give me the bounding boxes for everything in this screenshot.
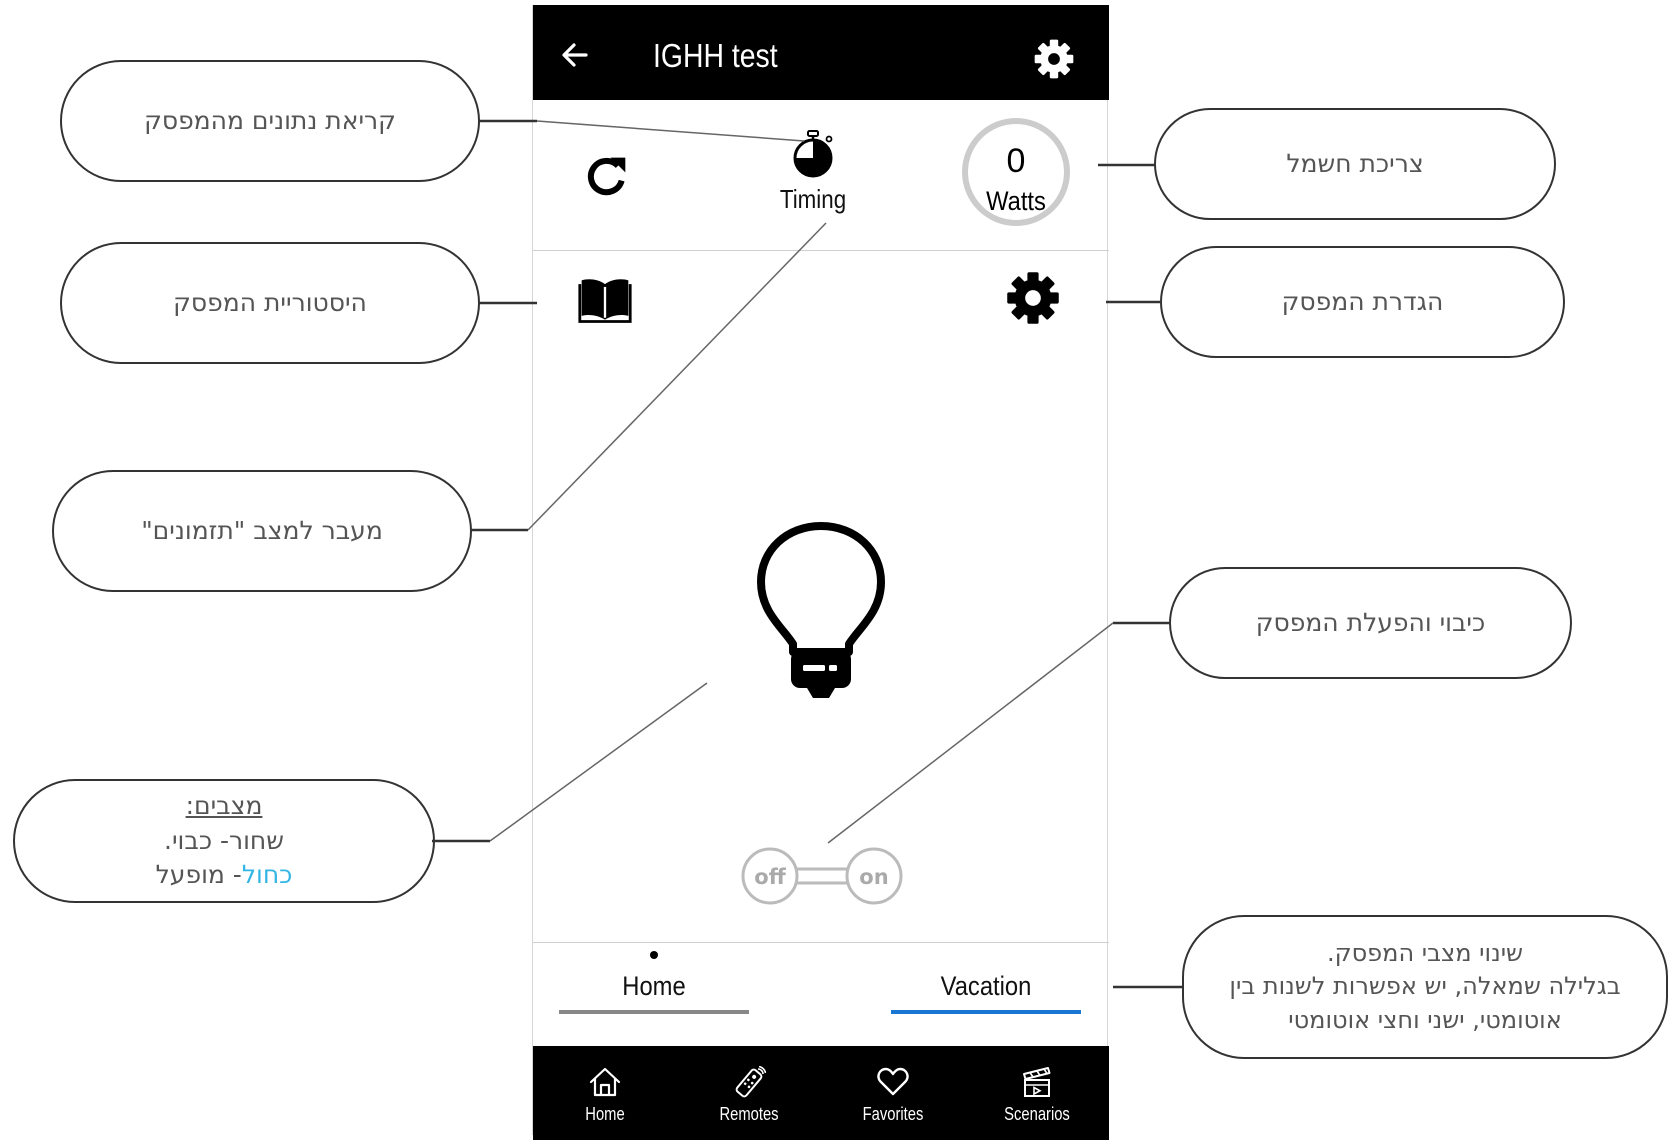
nav-favorites-label: Favorites bbox=[862, 1104, 924, 1124]
callout-modes-line1: שינוי מצבי המפסק. bbox=[1326, 939, 1524, 968]
nav-scenarios[interactable]: Scenarios bbox=[965, 1046, 1109, 1140]
nav-home-label: Home bbox=[585, 1104, 625, 1124]
status-row: Timing 0 Watts bbox=[533, 100, 1109, 251]
callout-power-text: צריכת חשמל bbox=[1286, 148, 1424, 178]
callout-history: היסטוריית המפסק bbox=[60, 242, 480, 364]
stopwatch-icon bbox=[793, 130, 833, 178]
home-icon bbox=[589, 1067, 621, 1097]
phone-screen: IGHH test Timing 0 Watts off on Home Vac… bbox=[532, 5, 1109, 1140]
timing-label: Timing bbox=[779, 184, 847, 214]
callout-modes-line2: בגלילה שמאלה, יש אפשרות לשנות בין bbox=[1229, 972, 1621, 1001]
nav-scenarios-label: Scenarios bbox=[1004, 1104, 1070, 1124]
callout-power: צריכת חשמל bbox=[1154, 108, 1556, 220]
page-title: IGHH test bbox=[653, 37, 778, 74]
callout-states-blue-word: כחול bbox=[241, 860, 293, 890]
mode-tab-label: Vacation bbox=[940, 971, 1032, 1001]
mode-tab-vacation[interactable]: Vacation bbox=[891, 971, 1081, 1014]
callout-states-black: שחור- כבוי. bbox=[164, 825, 284, 855]
nav-favorites[interactable]: Favorites bbox=[821, 1046, 965, 1140]
nav-remotes-label: Remotes bbox=[719, 1104, 779, 1124]
back-arrow-icon[interactable] bbox=[555, 35, 595, 75]
refresh-icon[interactable] bbox=[583, 153, 629, 199]
nav-remotes[interactable]: Remotes bbox=[677, 1046, 821, 1140]
toggle-off-label: off bbox=[754, 865, 786, 889]
callout-modes: שינוי מצבי המפסק. בגלילה שמאלה, יש אפשרו… bbox=[1182, 915, 1668, 1059]
gear-icon[interactable] bbox=[1033, 38, 1075, 80]
mode-tab-underline-active bbox=[891, 1010, 1081, 1014]
callout-settings: הגדרת המפסק bbox=[1160, 246, 1565, 358]
remote-icon bbox=[735, 1066, 766, 1098]
bottom-navigation: Home Remotes Favorites Scenarios bbox=[533, 1046, 1109, 1140]
callout-states-blue-line: כחול- מופעל bbox=[156, 858, 293, 893]
callout-states: מצבים: שחור- כבוי. כחול- מופעל bbox=[13, 779, 435, 903]
callout-read-data: קריאת נתונים מהמפסק bbox=[60, 60, 480, 182]
app-top-bar: IGHH test bbox=[533, 5, 1109, 100]
callout-states-title: מצבים: bbox=[185, 791, 263, 821]
callout-modes-line3: אוטומטי, ישני וחצי אוטומטי bbox=[1288, 1005, 1562, 1034]
mode-tab-home[interactable]: Home bbox=[559, 971, 749, 1014]
clapperboard-icon bbox=[1023, 1067, 1051, 1097]
heart-icon bbox=[877, 1067, 909, 1096]
nav-home[interactable]: Home bbox=[533, 1046, 677, 1140]
toggle-on-label: on bbox=[859, 865, 888, 889]
switch-settings-gear-icon[interactable] bbox=[1005, 270, 1061, 326]
page-indicator-dot bbox=[650, 951, 658, 959]
power-consumption-gauge: 0 Watts bbox=[962, 118, 1070, 226]
callout-settings-text: הגדרת המפסק bbox=[1281, 286, 1444, 316]
callout-states-blue-rest: - מופעל bbox=[155, 860, 242, 890]
callout-read-data-text: קריאת נתונים מהמפסק bbox=[144, 105, 396, 135]
callout-toggle-text: כיבוי והפעלת המפסק bbox=[1255, 607, 1486, 637]
mode-tab-underline bbox=[559, 1010, 749, 1014]
on-off-toggle[interactable]: off on bbox=[739, 845, 905, 907]
callout-timing-mode: מעבר למצב "תזמונים" bbox=[52, 470, 472, 592]
callout-history-text: היסטוריית המפסק bbox=[173, 287, 367, 317]
callout-timing-mode-text: מעבר למצב "תזמונים" bbox=[141, 515, 383, 545]
mode-selector: Home Vacation bbox=[533, 942, 1109, 1047]
mode-tab-label: Home bbox=[622, 971, 686, 1001]
power-value: 0 bbox=[1006, 142, 1026, 180]
timing-button[interactable]: Timing bbox=[753, 130, 873, 215]
book-icon[interactable] bbox=[577, 275, 633, 325]
power-unit: Watts bbox=[986, 186, 1046, 216]
light-bulb-icon[interactable] bbox=[755, 520, 887, 705]
callout-toggle: כיבוי והפעלת המפסק bbox=[1169, 567, 1572, 679]
